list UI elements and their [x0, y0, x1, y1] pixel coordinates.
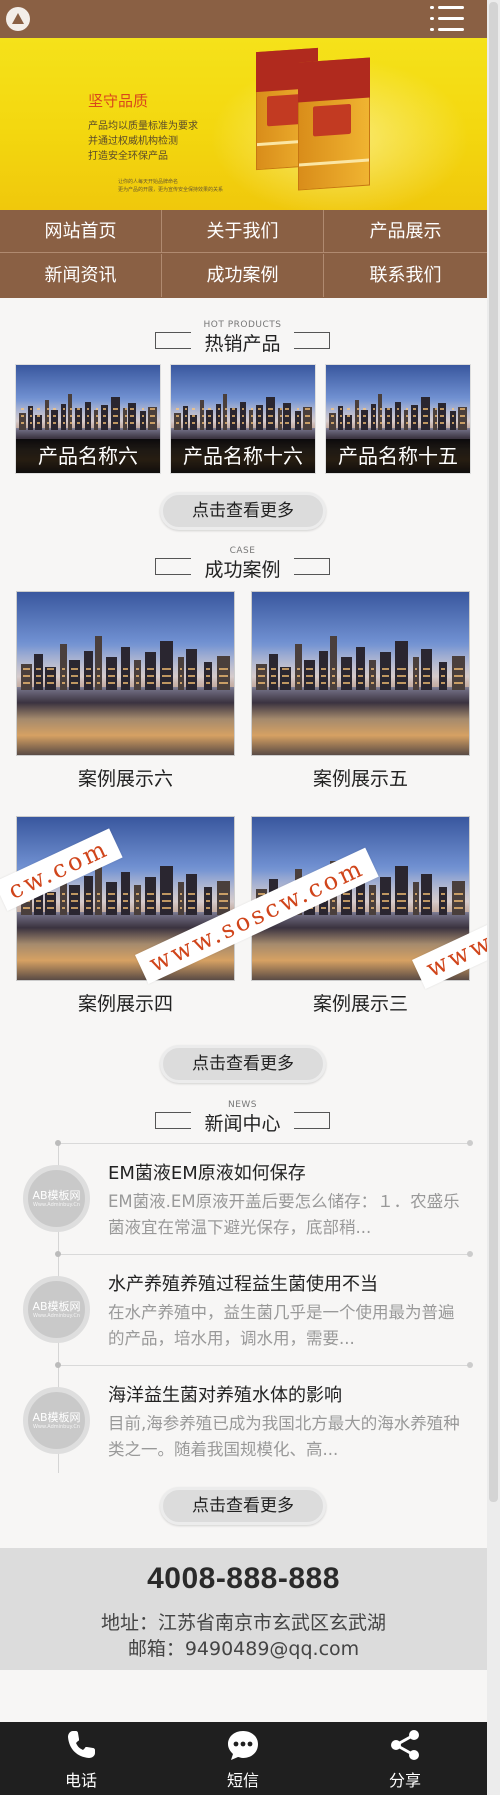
nav-cases[interactable]: 成功案例	[162, 254, 324, 297]
contact-address: 地址：江苏省南京市玄武区玄武湖	[100, 1612, 386, 1634]
thumbnail-text: AB模板网	[32, 1300, 81, 1313]
news-thumbnail: AB模板网 Www.Adminbuy.Cn	[23, 1276, 90, 1343]
contact-section: 4008-888-888 地址：江苏省南京市玄武区玄武湖 邮箱：9490489@…	[0, 1548, 487, 1670]
scrollbar[interactable]	[487, 0, 500, 1795]
banner-small-text: 更为产品的开展，更为宣传安全保持效果的关系	[118, 187, 224, 193]
cases-more-button[interactable]: 点击查看更多	[160, 1045, 326, 1083]
product-name: 产品名称六	[16, 439, 160, 473]
news-summary: EM菌液.EM原液开盖后要怎么储存：１．农盛乐菌液宜在常温下避光保存，底部稍..…	[108, 1192, 460, 1237]
case-title[interactable]: 案例展示四	[16, 989, 235, 1016]
news-summary: 目前,海参养殖已成为我国北方最大的海水养殖种类之一。随着我国规模化、高...	[108, 1414, 460, 1459]
news-item[interactable]: AB模板网 Www.Adminbuy.Cn 水产养殖养殖过程益生菌使用不当 在水…	[0, 1251, 487, 1366]
banner-title: 坚守品质	[88, 92, 149, 110]
logo-icon[interactable]	[6, 7, 30, 31]
product-name: 产品名称十六	[171, 439, 315, 473]
nav-products[interactable]: 产品展示	[324, 210, 487, 253]
product-box-image	[298, 57, 370, 191]
thumbnail-subtext: Www.Adminbuy.Cn	[32, 1424, 81, 1430]
product-name: 产品名称十五	[326, 439, 470, 473]
case-title[interactable]: 案例展示六	[16, 764, 235, 791]
section-title-cn: 新闻中心	[204, 1113, 281, 1135]
hamburger-menu-icon[interactable]	[430, 6, 464, 32]
case-card[interactable]	[251, 591, 470, 756]
news-thumbnail: AB模板网 Www.Adminbuy.Cn	[23, 1387, 90, 1454]
call-button[interactable]: 电话	[0, 1722, 162, 1795]
contact-email: 邮箱：9490489@qq.com	[127, 1638, 360, 1660]
news-heading: NEWS 新闻中心	[155, 1100, 330, 1135]
banner-line: 打造安全环保产品	[88, 151, 168, 162]
news-thumbnail: AB模板网 Www.Adminbuy.Cn	[23, 1165, 90, 1232]
scrollbar-thumb[interactable]	[489, 2, 498, 1502]
phone-icon	[68, 1731, 95, 1758]
news-title[interactable]: EM菌液EM原液如何保存	[108, 1159, 306, 1185]
sms-label: 短信	[226, 1771, 259, 1790]
share-icon	[391, 1730, 419, 1760]
nav-contact[interactable]: 联系我们	[324, 254, 487, 297]
products-more-button[interactable]: 点击查看更多	[160, 492, 326, 530]
product-card[interactable]: 产品名称十六	[170, 364, 316, 474]
banner-small-text: 让你的人每天开始品牌命名	[118, 179, 179, 185]
product-card[interactable]: 产品名称六	[15, 364, 161, 474]
nav-news[interactable]: 新闻资讯	[0, 254, 162, 297]
news-item[interactable]: AB模板网 Www.Adminbuy.Cn EM菌液EM原液如何保存 EM菌液.…	[0, 1140, 487, 1255]
nav-about[interactable]: 关于我们	[162, 210, 324, 253]
share-button[interactable]: 分享	[324, 1722, 486, 1795]
hotline-number[interactable]: 4008-888-888	[0, 1562, 487, 1596]
banner-slider[interactable]: 坚守品质 产品均以质量标准为要求 并通过权威机构检测 打造安全环保产品 让你的人…	[0, 38, 487, 210]
news-more-button[interactable]: 点击查看更多	[160, 1487, 326, 1525]
news-summary: 在水产养殖中，益生菌几乎是一个使用最为普遍的产品，培水用，调水用，需要...	[108, 1303, 455, 1348]
thumbnail-subtext: Www.Adminbuy.Cn	[32, 1313, 81, 1319]
section-title-cn: 成功案例	[204, 559, 281, 581]
news-item[interactable]: AB模板网 Www.Adminbuy.Cn 海洋益生菌对养殖水体的影响 目前,海…	[0, 1362, 487, 1477]
case-title[interactable]: 案例展示五	[251, 764, 470, 791]
case-title[interactable]: 案例展示三	[251, 989, 470, 1016]
share-label: 分享	[388, 1771, 421, 1790]
news-title[interactable]: 水产养殖养殖过程益生菌使用不当	[108, 1270, 378, 1296]
thumbnail-subtext: Www.Adminbuy.Cn	[32, 1202, 81, 1208]
call-label: 电话	[64, 1771, 97, 1790]
case-card[interactable]	[16, 591, 235, 756]
banner-line: 并通过权威机构检测	[88, 136, 178, 147]
sms-button[interactable]: 短信	[162, 1722, 324, 1795]
message-icon	[228, 1731, 258, 1760]
thumbnail-text: AB模板网	[32, 1189, 81, 1202]
product-card[interactable]: 产品名称十五	[325, 364, 471, 474]
hot-products-heading: HOT PRODUCTS 热销产品	[155, 320, 330, 355]
section-title-cn: 热销产品	[204, 333, 281, 355]
banner-line: 产品均以质量标准为要求	[88, 121, 198, 132]
thumbnail-text: AB模板网	[32, 1411, 81, 1424]
nav-home[interactable]: 网站首页	[0, 210, 162, 253]
main-nav: 网站首页 关于我们 产品展示 新闻资讯 成功案例 联系我们	[0, 210, 487, 298]
top-header	[0, 0, 487, 38]
news-title[interactable]: 海洋益生菌对养殖水体的影响	[108, 1381, 342, 1407]
bottom-action-bar: 电话 短信 分享	[0, 1722, 487, 1795]
page: 坚守品质 产品均以质量标准为要求 并通过权威机构检测 打造安全环保产品 让你的人…	[0, 0, 487, 1795]
cases-heading: CASE 成功案例	[155, 546, 330, 581]
